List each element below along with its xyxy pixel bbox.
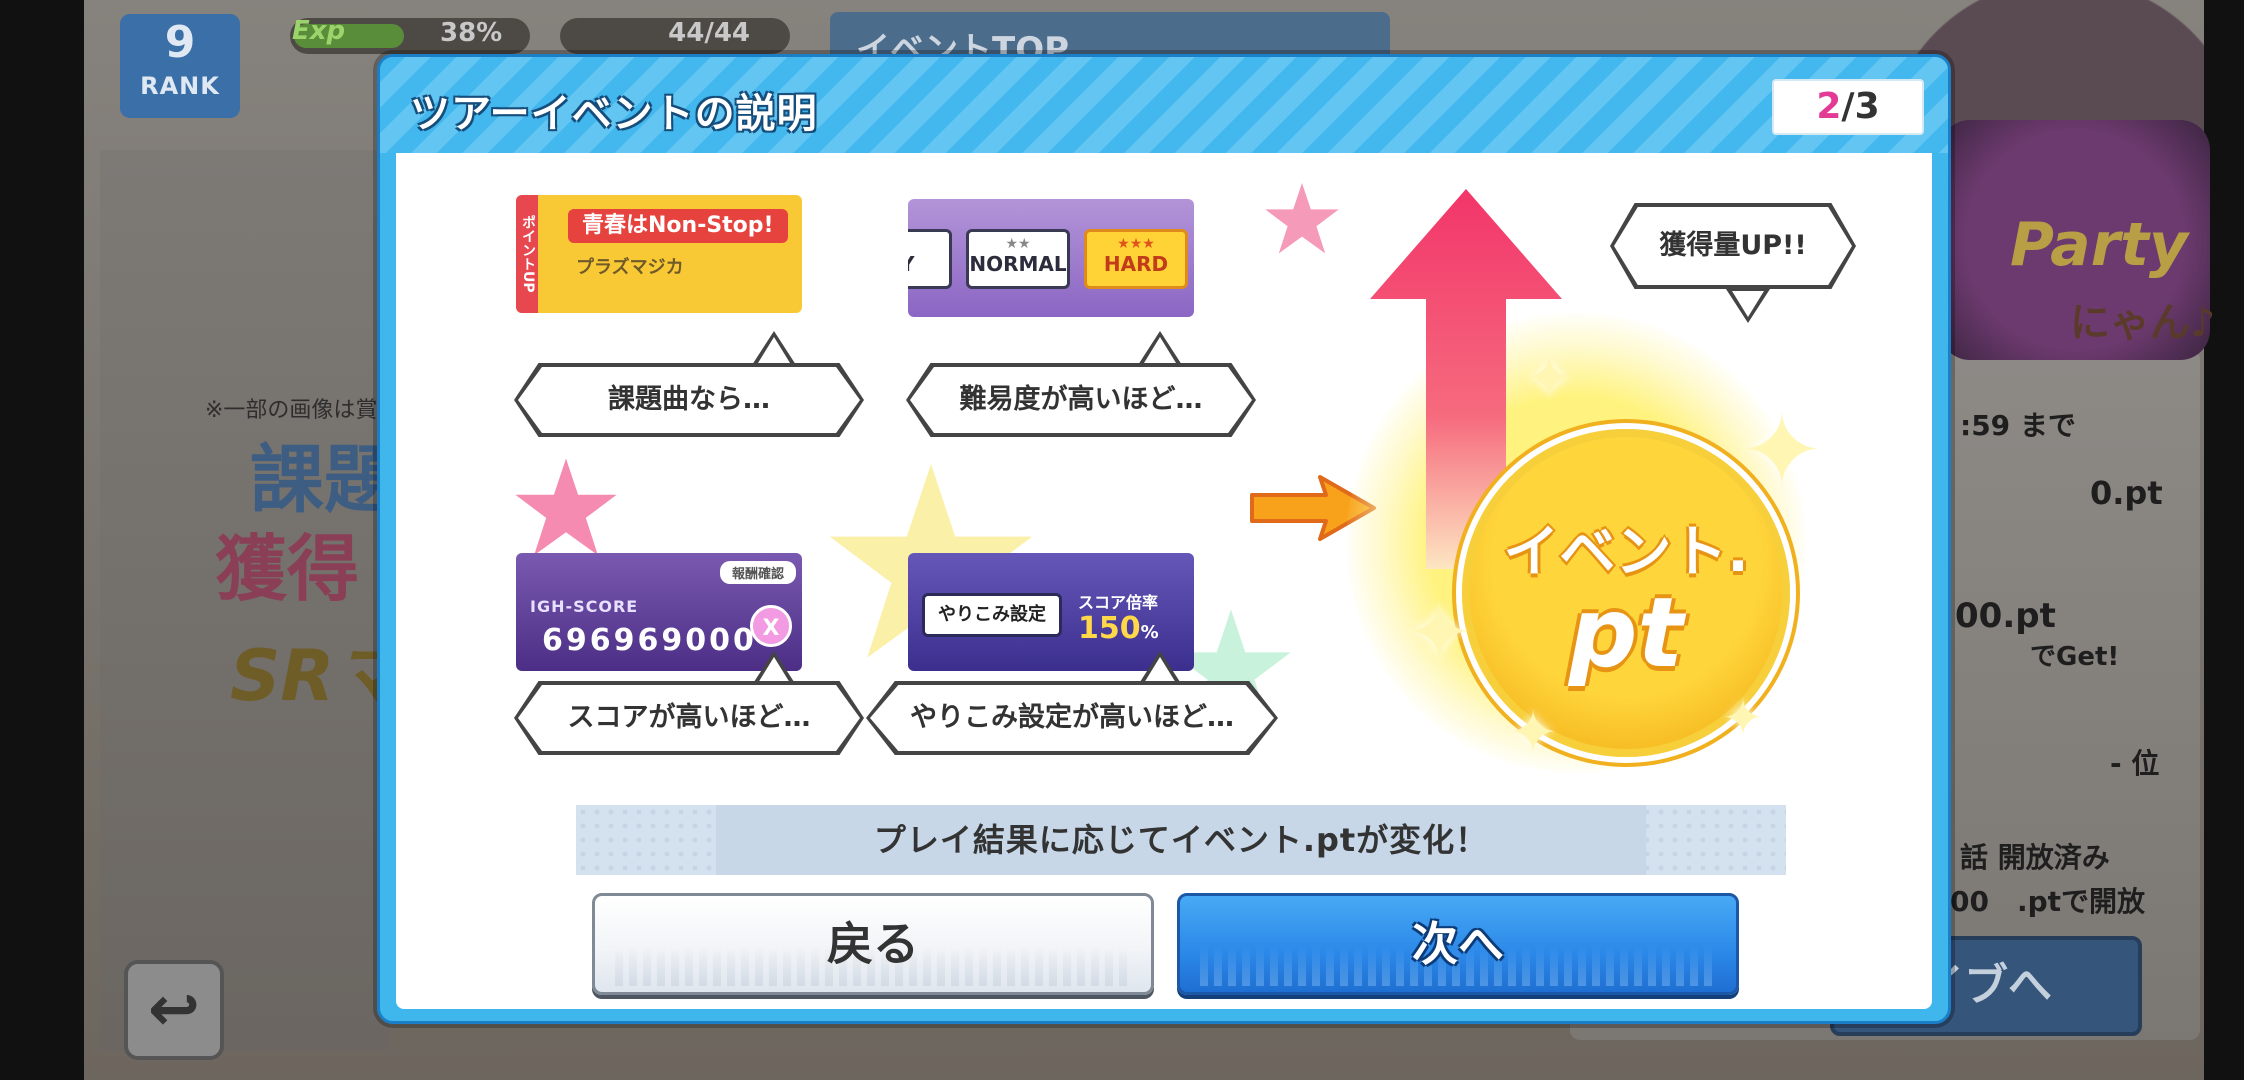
episodes-text: 話 開放済み [1960,841,2110,874]
high-score-label: IGH-SCORE [530,597,639,616]
back-arrow-icon[interactable]: ↩ [124,960,224,1060]
point-up-tag: ポイントUP [516,195,538,313]
reward-pt-text: 00.pt [1955,596,2056,636]
dialog-title: ツアーイベントの説明 [410,91,818,137]
close-icon: X [750,605,792,647]
event-logo-text: Party [2010,210,2189,280]
dialog-header: ツアーイベントの説明 2/3 [380,57,1948,153]
sparkle-icon: ✦ [1406,586,1474,679]
coin-line-2: pt [1568,577,1684,689]
difficulty-normal: ★★ NORMAL [966,229,1070,289]
song-artist: プラズマジカ [576,257,684,278]
difficulty-hard: ★★★ HARD [1084,229,1188,289]
promo-line-2: 獲得 [215,527,360,611]
label-yarikomi: やりこみ設定が高いほど… [866,681,1278,755]
song-title: 青春はNon-Stop! [568,209,788,243]
difficulty-easy: ★SY [908,229,952,289]
result-text: プレイ結果に応じてイベント.ptが変化！ [873,821,1489,859]
score-multiplier-label: スコア倍率 [1078,593,1159,612]
next-button-label: 次へ [1412,917,1504,971]
difficulty-thumbnail: ★SY ★★NORMAL ★★★HARD [908,199,1194,317]
event-logo-sub: にゃん♪ [2070,300,2216,346]
back-button-label: 戻る [827,917,919,971]
next-button[interactable]: 次へ [1177,893,1739,995]
pink-star-small-icon [1265,183,1339,254]
pink-star-icon [515,458,617,556]
dialog-body: ポイントUP 青春はNon-Stop! プラズマジカ 課題曲なら… ★SY ★★… [396,153,1932,1009]
coin-line-1: イベント. [1503,520,1749,585]
letterbox-right [2204,0,2244,1080]
bubble-tail [752,331,796,365]
result-banner: プレイ結果に応じてイベント.ptが変化！ [576,805,1786,875]
letterbox-left [0,0,84,1080]
bubble-tail [1726,289,1770,323]
sparkle-icon: ✦ [1524,344,1575,414]
bubble-tail [752,651,796,685]
rank-label: RANK [140,72,220,100]
page-separator: / [1841,86,1855,127]
gain-up-bubble: 獲得量UP!! [1610,203,1856,289]
sparkle-icon: ✦ [1508,698,1559,768]
page-current: 2 [1816,86,1842,127]
label-difficulty: 難易度が高いほど… [906,363,1256,437]
reward-check-chip: 報酬確認 [719,561,796,584]
label-score: スコアが高いほど… [514,681,864,755]
score-multiplier-value: 150% [1078,611,1159,646]
label-song: 課題曲なら… [514,363,864,437]
yarikomi-setting-label: やりこみ設定 [922,593,1062,637]
reward-get-text: でGet! [2030,642,2120,672]
deadline-text: :59 まで [1960,409,2076,442]
rank-badge: 9 RANK [120,14,240,118]
back-button[interactable]: 戻る [592,893,1154,995]
exp-tag: Exp [292,16,346,46]
song-thumbnail: ポイントUP 青春はNon-Stop! プラズマジカ [516,195,802,313]
rank-value: 9 [164,17,196,68]
page-total: 3 [1854,86,1880,127]
high-score-value: 696969000 [542,623,757,658]
rank-position-text: - 位 [2110,747,2160,780]
bubble-tail [1138,331,1182,365]
bubble-tail [1138,651,1182,685]
stamina-bar: 44/44 [560,18,790,54]
points-text: 0.pt [2090,474,2163,512]
page-indicator: 2/3 [1772,79,1924,135]
unlock-text: 00 .ptで開放 [1950,885,2146,918]
tour-event-dialog: ツアーイベントの説明 2/3 ポイントUP 青春はNon-Stop! プラズマジ… [377,54,1951,1024]
sparkle-icon: ✦ [1740,392,1824,509]
sparkle-icon: ✦ [1722,689,1764,747]
